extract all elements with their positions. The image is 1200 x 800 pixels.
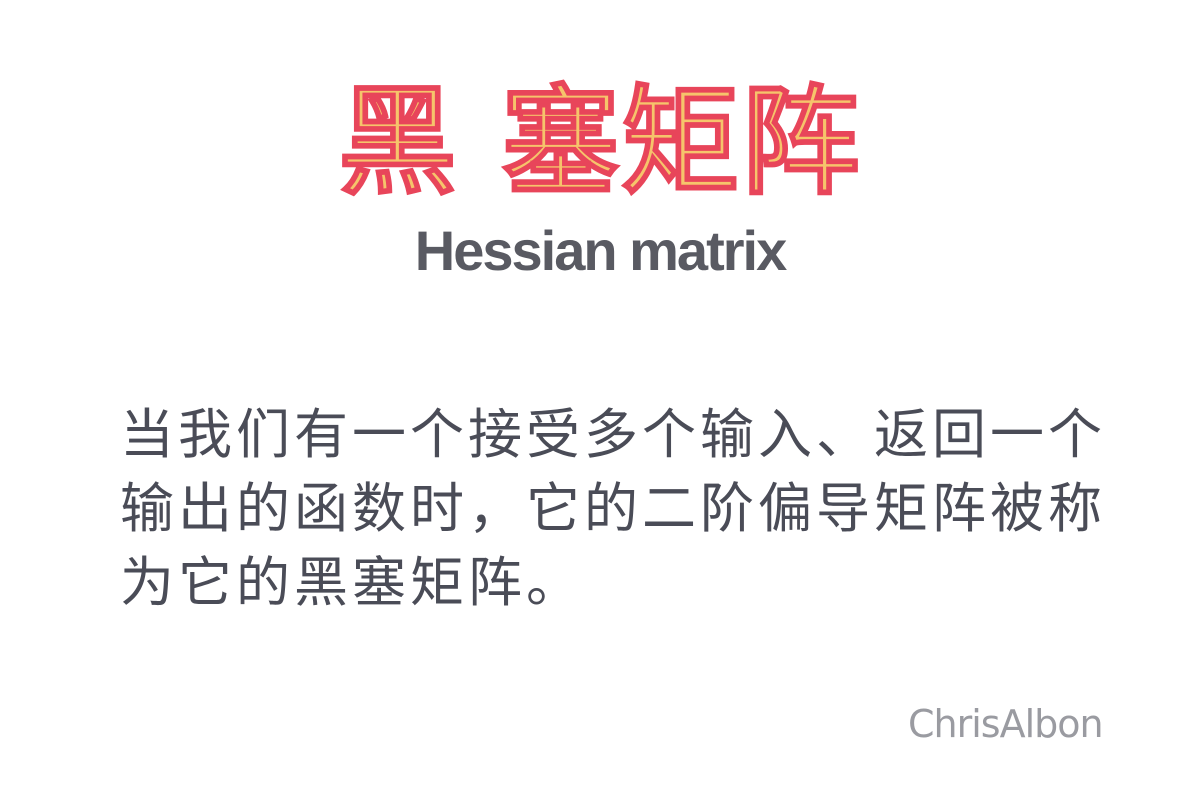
author-signature: ChrisAlbon [908,702,1104,746]
title-chinese: 黑 塞矩阵 [337,72,862,212]
title-english: Hessian matrix [414,219,787,282]
flashcard: 黑 塞矩阵 Hessian matrix 当我们有一个接受多个输入、返回一个输出… [0,0,1200,800]
definition-text: 当我们有一个接受多个输入、返回一个输出的函数时，它的二阶偏导矩阵被称为它的黑塞矩… [120,403,1106,614]
